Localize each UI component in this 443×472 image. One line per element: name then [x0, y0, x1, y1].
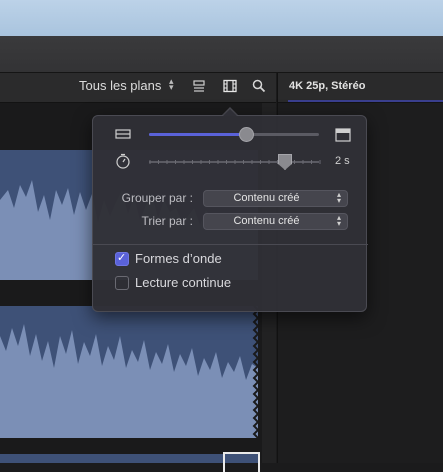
audio-clip[interactable] — [0, 454, 258, 463]
sort-by-label: Trier par : — [141, 214, 193, 228]
popover-arrow-inner — [223, 109, 237, 116]
sort-by-select[interactable]: Contenu créé ▴ ▾ — [203, 213, 348, 230]
waveforms-checkbox[interactable]: ✓ — [115, 251, 129, 266]
selected-clip-outline — [223, 452, 260, 472]
desktop-background — [0, 0, 443, 36]
large-clip-height-icon — [335, 128, 351, 142]
window-titlebar — [0, 36, 443, 73]
viewer-header-highlight — [288, 100, 443, 102]
duration-slider-ticks — [149, 160, 321, 164]
updown-chevron-icon[interactable]: ▴ ▾ — [169, 78, 174, 93]
popover-separator — [93, 244, 368, 245]
group-by-value: Contenu créé — [233, 192, 300, 204]
clip-filter-menu[interactable]: Tous les plans — [79, 78, 161, 93]
filmstrip-icon[interactable] — [223, 79, 237, 93]
clip-appearance-popover: 2 s Grouper par : Contenu créé ▴ ▾ Trier … — [92, 115, 368, 312]
updown-chevron-icon: ▴ ▾ — [336, 213, 341, 228]
duration-value: 2 s — [335, 155, 350, 167]
list-view-icon[interactable] — [192, 79, 206, 93]
audio-clip[interactable] — [0, 306, 258, 438]
group-by-label: Grouper par : — [121, 191, 193, 205]
checkmark-icon: ✓ — [117, 251, 127, 264]
clip-height-slider-thumb[interactable] — [238, 127, 254, 142]
waveform — [0, 306, 258, 438]
format-label: 4K 25p, Stéréo — [289, 80, 366, 92]
duration-slider-thumb[interactable] — [278, 154, 292, 170]
continuous-playback-label: Lecture continue — [135, 275, 232, 290]
group-by-select[interactable]: Contenu créé ▴ ▾ — [203, 190, 348, 207]
sort-by-value: Contenu créé — [233, 215, 300, 227]
waveforms-label: Formes d’onde — [135, 251, 222, 266]
viewer-header: 4K 25p, Stéréo — [277, 73, 443, 103]
clip-height-slider-fill — [149, 133, 246, 136]
stopwatch-icon — [116, 153, 130, 169]
search-icon[interactable] — [252, 79, 266, 93]
small-clip-height-icon — [115, 129, 131, 139]
updown-chevron-icon: ▴ ▾ — [336, 190, 341, 205]
continuous-playback-checkbox[interactable] — [115, 276, 129, 290]
